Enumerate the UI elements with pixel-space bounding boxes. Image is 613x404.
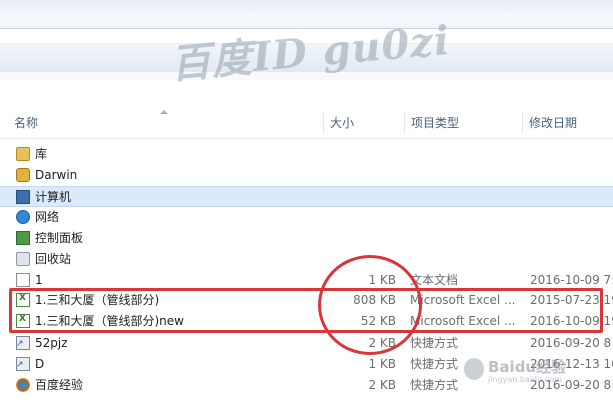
network-icon (16, 210, 30, 224)
list-item[interactable]: 控制面板 (0, 228, 613, 249)
shortcut-icon (16, 336, 30, 350)
item-name: D (35, 357, 45, 371)
list-item[interactable]: 回收站 (0, 249, 613, 270)
highlight-circle-annotation (318, 255, 422, 355)
user-folder-icon (16, 168, 30, 182)
column-size-header[interactable]: 大小 (324, 108, 404, 138)
item-name: 计算机 (35, 190, 72, 204)
highlight-box-annotation (9, 288, 603, 333)
item-name: 百度经验 (35, 378, 84, 392)
item-name: 控制面板 (35, 231, 84, 245)
list-item[interactable]: 计算机 (0, 186, 613, 207)
title-bar (0, 0, 613, 15)
column-header: 名称 大小 项目类型 修改日期 (0, 108, 613, 139)
item-name: 库 (35, 147, 48, 161)
library-folder-icon (16, 147, 30, 161)
item-name: 回收站 (35, 252, 72, 266)
item-name: 网络 (35, 210, 60, 224)
recycle-bin-icon (16, 252, 30, 266)
logo-text: Baidu经验 (488, 358, 567, 376)
item-size: 2 KB (368, 378, 396, 392)
paw-icon (464, 358, 484, 380)
list-item[interactable]: Darwin (0, 165, 613, 186)
list-item[interactable]: 网络 (0, 207, 613, 228)
shortcut-icon (16, 357, 30, 371)
column-type-header[interactable]: 项目类型 (405, 108, 520, 138)
chrome-shortcut-icon (16, 378, 30, 392)
list-item[interactable]: 库 (0, 144, 613, 165)
sort-up-icon (160, 110, 168, 114)
text-file-icon (16, 273, 30, 287)
control-panel-icon (16, 231, 30, 245)
baidu-jingyan-logo: Baidu经验 jingyan.baidu.com (458, 350, 608, 396)
item-name: 52pjz (35, 336, 68, 350)
computer-icon (16, 190, 30, 204)
column-modified-header[interactable]: 修改日期 (523, 108, 613, 138)
logo-subtext: jingyan.baidu.com (488, 375, 562, 384)
item-size: 1 KB (368, 357, 396, 371)
item-name: Darwin (35, 168, 78, 182)
